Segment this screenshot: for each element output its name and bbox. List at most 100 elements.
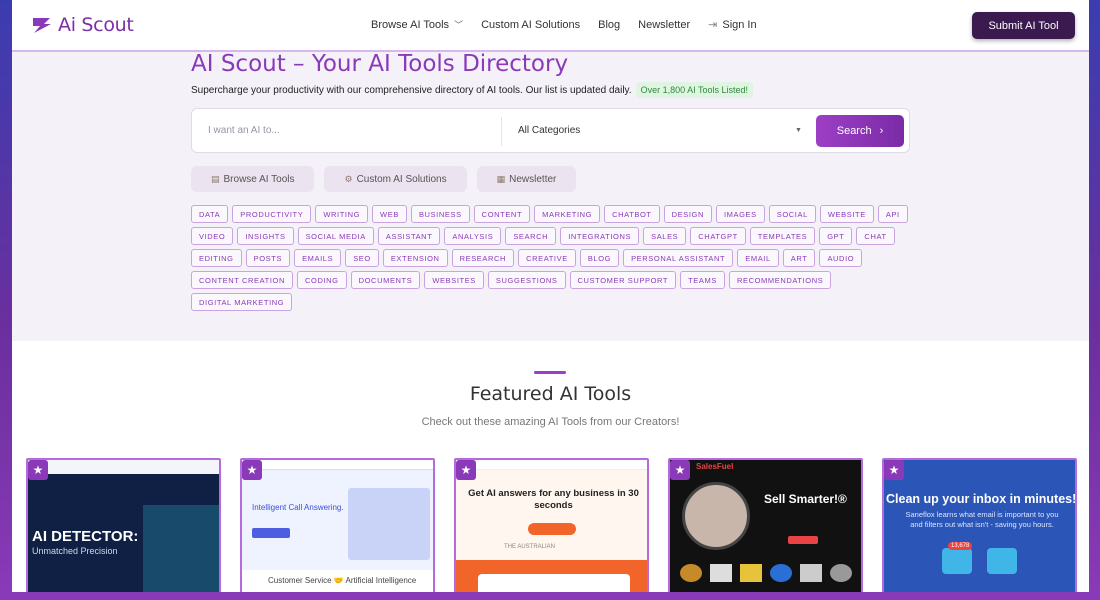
tag-chip[interactable]: CONTENT CREATION <box>191 271 293 289</box>
tag-chip[interactable]: DIGITAL MARKETING <box>191 293 293 311</box>
tag-chip[interactable]: DATA <box>191 205 229 223</box>
search-divider <box>501 117 502 146</box>
tag-chip[interactable]: EMAILS <box>294 249 342 267</box>
tag-chip[interactable]: SEARCH <box>505 227 557 245</box>
tag-chip[interactable]: EDITING <box>191 249 242 267</box>
quick-link-browse-ai-tools[interactable]: ▤ Browse AI Tools <box>191 166 315 192</box>
card-preview <box>478 574 630 592</box>
tag-chip[interactable]: TEAMS <box>680 271 725 289</box>
tag-chip[interactable]: WEBSITE <box>819 205 874 223</box>
featured-card[interactable]: ★ Get AI answers for any business in 30 … <box>454 458 649 592</box>
card-cta <box>528 523 576 535</box>
category-select[interactable]: All Categories <box>518 125 580 136</box>
logo-icon <box>33 18 51 33</box>
tag-chip[interactable]: MARKETING <box>534 205 601 223</box>
tool-count-badge: Over 1,800 AI Tools Listed! <box>635 82 753 98</box>
tag-chip[interactable]: WEBSITES <box>424 271 484 289</box>
quick-link-custom-ai-solutions[interactable]: ⚙ Custom AI Solutions <box>324 166 467 192</box>
tag-chip[interactable]: CHATBOT <box>604 205 660 223</box>
tag-chip[interactable]: INSIGHTS <box>237 227 294 245</box>
tag-chip[interactable]: DOCUMENTS <box>350 271 421 289</box>
nav-label: Browse AI Tools <box>371 18 450 31</box>
main-nav: Browse AI Tools ﹀ Custom AI Solutions Bl… <box>371 18 775 32</box>
nav-blog[interactable]: Blog <box>598 18 620 31</box>
tag-chip[interactable]: AUDIO <box>819 249 863 267</box>
nav-label: Blog <box>598 18 621 31</box>
tag-chip[interactable]: INTEGRATIONS <box>560 227 640 245</box>
page-frame: Ai Scout Browse AI Tools ﹀ Custom AI Sol… <box>12 0 1089 592</box>
tag-chip[interactable]: SALES <box>643 227 687 245</box>
tag-chip[interactable]: POSTS <box>245 249 291 267</box>
card-chat-panel <box>348 488 430 560</box>
tag-chip[interactable]: WRITING <box>315 205 369 223</box>
featured-card[interactable]: ★ AI DETECTOR: Unmatched Precision <box>26 458 221 592</box>
featured-subtitle: Check out these amazing AI Tools from ou… <box>421 416 680 428</box>
card-subline: THE AUSTRALIAN <box>504 544 556 550</box>
tag-chip[interactable]: PERSONAL ASSISTANT <box>623 249 734 267</box>
quick-link-label: Browse AI Tools <box>223 173 295 185</box>
nav-newsletter[interactable]: Newsletter <box>638 18 690 31</box>
star-icon: ★ <box>28 460 48 480</box>
featured-card[interactable]: ★ Clean up your inbox in minutes! Sanefl… <box>882 458 1077 592</box>
card-image <box>682 482 750 550</box>
search-button[interactable]: Search › <box>816 115 904 147</box>
card-cta <box>252 528 290 538</box>
tag-chip[interactable]: CREATIVE <box>518 249 576 267</box>
caret-down-icon: ▼ <box>795 127 802 134</box>
card-headline: Get AI answers for any business in 30 se… <box>468 488 639 511</box>
tag-chip[interactable]: EXTENSION <box>382 249 448 267</box>
tag-chip[interactable]: BUSINESS <box>410 205 470 223</box>
tag-chip[interactable]: ANALYSIS <box>444 227 502 245</box>
tag-chip[interactable]: SUGGESTIONS <box>487 271 566 289</box>
nav-browse-ai-tools[interactable]: Browse AI Tools ﹀ <box>371 18 463 31</box>
nav-custom-ai-solutions[interactable]: Custom AI Solutions <box>481 18 580 31</box>
tag-chip[interactable]: EMAIL <box>737 249 779 267</box>
badge-icon <box>770 564 792 582</box>
tag-chip[interactable]: VIDEO <box>191 227 234 245</box>
quick-link-label: Newsletter <box>509 173 557 185</box>
site-header: Ai Scout Browse AI Tools ﹀ Custom AI Sol… <box>12 0 1089 52</box>
chevron-down-icon: ﹀ <box>454 20 464 30</box>
tag-cloud: DATA PRODUCTIVITY WRITING WEB BUSINESS CONTEN… <box>191 205 911 311</box>
tag-chip[interactable]: WEB <box>372 205 407 223</box>
tag-chip[interactable]: TEMPLATES <box>749 227 816 245</box>
tag-chip[interactable]: SEO <box>345 249 379 267</box>
hero-subtitle: Supercharge your productivity with our c… <box>191 82 753 98</box>
quick-links: ▤ Browse AI Tools ⚙ Custom AI Solutions … <box>191 166 577 192</box>
tag-chip[interactable]: SOCIAL <box>768 205 816 223</box>
tag-chip[interactable]: GPT <box>819 227 853 245</box>
card-topbar <box>28 460 219 474</box>
tag-chip[interactable]: SOCIAL MEDIA <box>297 227 374 245</box>
card-badges <box>680 564 855 582</box>
tag-chip[interactable]: PRODUCTIVITY <box>232 205 312 223</box>
section-accent-bar <box>534 371 566 374</box>
envelope-icon <box>942 548 972 574</box>
card-topbar <box>456 460 647 470</box>
page-title: AI Scout – Your AI Tools Directory <box>191 51 569 77</box>
tag-chip[interactable]: RECOMMENDATIONS <box>728 271 832 289</box>
tag-chip[interactable]: RESEARCH <box>451 249 515 267</box>
logo[interactable]: Ai Scout <box>30 13 134 37</box>
featured-card[interactable]: ★ Intelligent Call Answering. Customer S… <box>240 458 435 592</box>
card-panel <box>143 505 219 592</box>
hero-subtitle-text: Supercharge your productivity with our c… <box>191 84 632 96</box>
tag-chip[interactable]: ART <box>782 249 816 267</box>
tag-chip[interactable]: BLOG <box>579 249 620 267</box>
tag-chip[interactable]: CODING <box>297 271 347 289</box>
quick-link-newsletter[interactable]: ▦ Newsletter <box>476 166 577 192</box>
tag-chip[interactable]: CHATGPT <box>690 227 746 245</box>
nav-label: Newsletter <box>638 18 691 31</box>
tag-chip[interactable]: CHAT <box>856 227 895 245</box>
tag-chip[interactable]: IMAGES <box>715 205 765 223</box>
tag-chip[interactable]: CUSTOMER SUPPORT <box>569 271 677 289</box>
card-brand: SalesFuel <box>696 462 734 471</box>
submit-ai-tool-button[interactable]: Submit AI Tool <box>972 12 1075 39</box>
tag-chip[interactable]: DESIGN <box>663 205 712 223</box>
featured-card[interactable]: ★ SalesFuel Sell Smarter!® <box>668 458 863 592</box>
card-headline: Sell Smarter!® <box>764 492 847 506</box>
nav-sign-in[interactable]: ⇥ Sign In <box>708 18 756 32</box>
tag-chip[interactable]: CONTENT <box>473 205 531 223</box>
tag-chip[interactable]: API <box>877 205 908 223</box>
tag-chip[interactable]: ASSISTANT <box>377 227 441 245</box>
search-input[interactable]: I want an AI to... <box>208 125 280 136</box>
